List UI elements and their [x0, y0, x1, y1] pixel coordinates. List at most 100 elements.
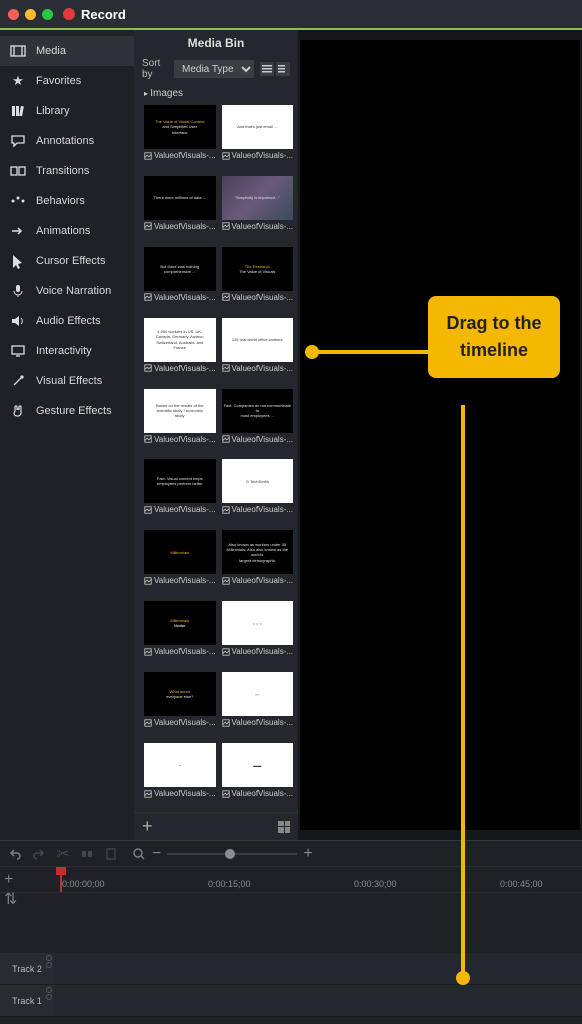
window-controls[interactable] — [8, 9, 53, 20]
track-header-1[interactable]: Track 1 — [0, 985, 54, 1017]
record-label: Record — [81, 7, 126, 22]
sort-label: Sort by — [142, 58, 168, 80]
timecode-tick: 0:00:15;00 — [208, 879, 251, 889]
media-thumbnail[interactable]: MillennialsValueofVisuals-... — [144, 530, 216, 595]
sidebar-label: Interactivity — [36, 345, 92, 357]
track-lane-2[interactable] — [54, 953, 582, 985]
zoom-slider[interactable] — [167, 853, 297, 855]
media-thumbnail[interactable]: The Value of Visual Contentand Simplifie… — [144, 105, 216, 170]
sidebar-item-interactivity[interactable]: Interactivity — [0, 336, 134, 366]
instruction-callout: Drag to the timeline — [428, 296, 560, 378]
sidebar-label: Annotations — [36, 135, 94, 147]
track-header-2[interactable]: Track 2 — [0, 953, 54, 985]
timeline-toolbar: ✂ − + — [0, 841, 582, 867]
screen-icon — [10, 343, 26, 359]
media-thumbnail[interactable]: There were millions of data ...ValueofVi… — [144, 176, 216, 241]
media-thumbnail[interactable]: ◔ValueofVisuals-... — [144, 743, 216, 808]
split-button[interactable] — [80, 847, 94, 861]
track-lane-1[interactable] — [54, 985, 582, 1017]
sort-list-icon[interactable] — [260, 62, 274, 76]
sidebar-item-animations[interactable]: Animations — [0, 216, 134, 246]
redo-button[interactable] — [32, 847, 46, 861]
mic-icon — [10, 283, 26, 299]
sidebar-item-voice[interactable]: Voice Narration — [0, 276, 134, 306]
sidebar-item-visual[interactable]: Visual Effects — [0, 366, 134, 396]
sidebar-label: Cursor Effects — [36, 255, 106, 267]
undo-button[interactable] — [8, 847, 22, 861]
sidebar-label: Favorites — [36, 75, 81, 87]
sidebar-label: Gesture Effects — [36, 405, 112, 417]
callout-connector — [307, 350, 435, 354]
star-icon: ★ — [10, 73, 26, 89]
media-thumbnail[interactable]: But there was nothingcomprehensive ...Va… — [144, 247, 216, 312]
sidebar-label: Visual Effects — [36, 375, 102, 387]
record-icon — [63, 8, 75, 20]
animations-icon — [10, 223, 26, 239]
sidebar-label: Animations — [36, 225, 90, 237]
speech-icon — [10, 133, 26, 149]
paste-button[interactable] — [104, 847, 118, 861]
media-thumbnail[interactable]: ○ ○ ○ValueofVisuals-... — [222, 601, 294, 666]
media-thumbnail[interactable]: MillennialsMatterValueofVisuals-... — [144, 601, 216, 666]
zoom-in-button[interactable]: + — [303, 845, 312, 863]
books-icon — [10, 103, 26, 119]
media-thumbnail[interactable]: Also known as workers under 35Millennial… — [222, 530, 294, 595]
preview-canvas[interactable] — [300, 40, 580, 830]
sidebar-label: Media — [36, 45, 66, 57]
media-thumbnail[interactable]: What abouteveryone else?ValueofVisuals-.… — [144, 672, 216, 737]
hand-icon — [10, 403, 26, 419]
sidebar-label: Behaviors — [36, 195, 85, 207]
media-thumbnail[interactable]: ▬▬ValueofVisuals-... — [222, 743, 294, 808]
media-thumbnail[interactable]: Fact: Companies do not communicate tomos… — [222, 389, 294, 454]
media-thumbnail[interactable]: And that's just email ...ValueofVisuals-… — [222, 105, 294, 170]
sidebar-item-annotations[interactable]: Annotations — [0, 126, 134, 156]
sidebar-item-gesture[interactable]: Gesture Effects — [0, 396, 134, 426]
zoom-fit-icon[interactable] — [132, 847, 146, 861]
sort-select[interactable]: Media Type — [174, 60, 254, 78]
media-thumbnail[interactable]: Fact: Visual content helpsemployees perf… — [144, 459, 216, 524]
sidebar-label: Voice Narration — [36, 285, 111, 297]
sidebar-label: Transitions — [36, 165, 89, 177]
sidebar-label: Audio Effects — [36, 315, 101, 327]
add-marker-button[interactable]: + — [4, 871, 18, 885]
minimize-dot[interactable] — [25, 9, 36, 20]
sort-grid-icon[interactable] — [276, 62, 290, 76]
transitions-icon — [10, 163, 26, 179]
sidebar-item-behaviors[interactable]: Behaviors — [0, 186, 134, 216]
sidebar-item-cursor[interactable]: Cursor Effects — [0, 246, 134, 276]
media-thumbnail[interactable]: The ResearchThe Value of VisualsValueofV… — [222, 247, 294, 312]
zoom-dot[interactable] — [42, 9, 53, 20]
sidebar-item-favorites[interactable]: ★ Favorites — [0, 66, 134, 96]
media-thumbnail[interactable]: ⊙ TechSmithValueofVisuals-... — [222, 459, 294, 524]
sidebar-item-transitions[interactable]: Transitions — [0, 156, 134, 186]
record-button[interactable]: Record — [63, 7, 126, 22]
add-media-button[interactable]: + — [142, 816, 153, 837]
close-dot[interactable] — [8, 9, 19, 20]
cut-button[interactable]: ✂ — [56, 847, 70, 861]
wand-icon — [10, 373, 26, 389]
speaker-icon — [10, 313, 26, 329]
media-thumbnail[interactable]: "Simplicity is important..."ValueofVisua… — [222, 176, 294, 241]
timeline: ✂ − + + ⇅ 0:00:00;00 0:00:15;00 0:00:30;… — [0, 840, 582, 1024]
timecode-tick: 0:00:00;00 — [62, 879, 105, 889]
tool-sidebar: Media ★ Favorites Library Annotations Tr… — [0, 30, 134, 840]
media-thumbnail[interactable]: Based on the results of thescientific st… — [144, 389, 216, 454]
sidebar-item-library[interactable]: Library — [0, 96, 134, 126]
callout-connector-line — [461, 405, 465, 983]
sidebar-item-media[interactable]: Media — [0, 36, 134, 66]
sidebar-label: Library — [36, 105, 70, 117]
media-thumbnail[interactable]: ▫▫▫ValueofVisuals-... — [222, 672, 294, 737]
media-thumbnail[interactable]: 4,500 workers in US, UK,Canada, Germany,… — [144, 318, 216, 383]
zoom-out-button[interactable]: − — [152, 845, 161, 863]
media-group-images[interactable]: Images — [134, 84, 298, 103]
media-bin: Media Bin Sort by Media Type Images The … — [134, 30, 298, 840]
behaviors-icon — [10, 193, 26, 209]
media-thumbnail[interactable]: 125 real world office workersValueofVisu… — [222, 318, 294, 383]
sidebar-item-audio[interactable]: Audio Effects — [0, 306, 134, 336]
timecode-tick: 0:00:30;00 — [354, 879, 397, 889]
view-mode-icon[interactable] — [278, 821, 290, 833]
timeline-ruler[interactable]: + ⇅ 0:00:00;00 0:00:15;00 0:00:30;00 0:0… — [0, 867, 582, 893]
thumbnails-grid: The Value of Visual Contentand Simplifie… — [134, 103, 298, 812]
titlebar: Record — [0, 0, 582, 30]
preview-panel — [298, 30, 582, 840]
